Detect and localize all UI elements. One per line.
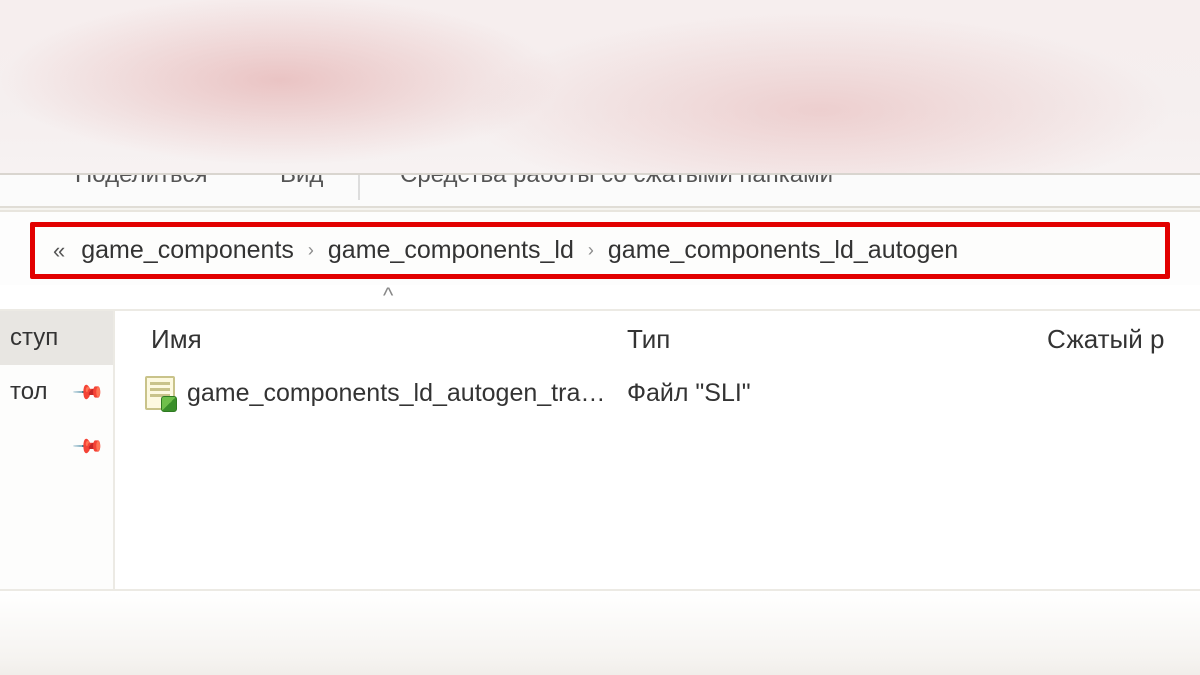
column-header-name[interactable]: Имя — [133, 324, 623, 355]
breadcrumb-bar[interactable]: « game_components › game_components_ld ›… — [30, 222, 1170, 279]
breadcrumb-seg-0[interactable]: game_components — [81, 236, 294, 265]
column-headers: Имя Тип Сжатый р — [133, 311, 1200, 367]
sidebar-item-pinned[interactable]: 📌 — [0, 419, 113, 473]
column-header-type[interactable]: Тип — [623, 324, 1043, 355]
sidebar-item-quickaccess[interactable]: ступ — [0, 311, 113, 365]
column-header-compressed[interactable]: Сжатый р — [1043, 324, 1200, 355]
caret-up-icon: ^ — [383, 283, 393, 309]
sidebar-item-desktop[interactable]: тол 📌 — [0, 365, 113, 419]
file-name: game_components_ld_autogen_tra… — [187, 379, 605, 408]
top-banner — [0, 0, 1200, 175]
ribbon-tab-archive-tools[interactable]: Средства работы со сжатыми папками — [400, 175, 833, 189]
chevron-right-icon: › — [588, 240, 594, 261]
file-row[interactable]: game_components_ld_autogen_tra… Файл "SL… — [133, 367, 1200, 419]
sidebar-item-label: ступ — [10, 324, 58, 352]
ribbon-divider — [358, 175, 360, 200]
file-icon — [145, 376, 175, 410]
ribbon-tab-view[interactable]: Вид — [280, 175, 323, 189]
breadcrumb-seg-2[interactable]: game_components_ld_autogen — [608, 236, 958, 265]
breadcrumb-caret-row: ^ — [0, 285, 1200, 309]
breadcrumb-overflow-icon[interactable]: « — [53, 238, 65, 264]
file-type: Файл "SLI" — [623, 379, 1043, 408]
nav-sidebar: ступ тол 📌 📌 — [0, 311, 115, 589]
ribbon-tab-share[interactable]: Поделиться — [75, 175, 208, 189]
breadcrumb-seg-1[interactable]: game_components_ld — [328, 236, 574, 265]
sidebar-item-label: тол — [10, 378, 48, 406]
bottom-fade — [0, 589, 1200, 675]
chevron-right-icon: › — [308, 240, 314, 261]
file-listing: Имя Тип Сжатый р game_components_ld_auto… — [115, 311, 1200, 589]
pin-icon: 📌 — [71, 428, 106, 463]
main-split: ступ тол 📌 📌 Имя Тип Сжатый р game_compo… — [0, 309, 1200, 589]
pin-icon: 📌 — [71, 374, 106, 409]
ribbon-tabs: Поделиться Вид Средства работы со сжатым… — [0, 175, 1200, 208]
address-bar-area: « game_components › game_components_ld ›… — [0, 212, 1200, 285]
